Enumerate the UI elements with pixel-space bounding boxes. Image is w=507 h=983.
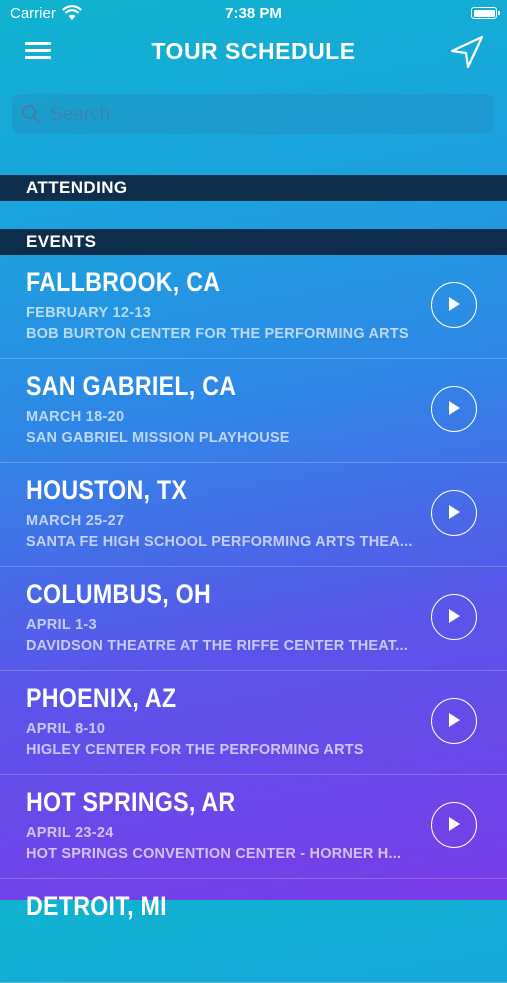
status-time: 7:38 PM xyxy=(225,5,282,22)
event-row[interactable]: COLUMBUS, OH APRIL 1-3 DAVIDSON THEATRE … xyxy=(0,567,507,671)
navigation-bar: TOUR SCHEDULE xyxy=(0,30,507,74)
play-button[interactable] xyxy=(431,282,477,328)
page-title: TOUR SCHEDULE xyxy=(151,38,356,64)
event-list: FALLBROOK, CA FEBRUARY 12-13 BOB BURTON … xyxy=(0,255,507,983)
play-button[interactable] xyxy=(431,802,477,848)
event-venue: HIGLEY CENTER FOR THE PERFORMING ARTS xyxy=(26,742,364,758)
attending-section-label: ATTENDING xyxy=(26,178,128,197)
play-button[interactable] xyxy=(431,594,477,640)
event-row[interactable]: FALLBROOK, CA FEBRUARY 12-13 BOB BURTON … xyxy=(0,255,507,359)
event-row[interactable]: HOUSTON, TX MARCH 25-27 SANTA FE HIGH SC… xyxy=(0,463,507,567)
event-dates: APRIL 1-3 xyxy=(26,617,97,633)
event-city: COLUMBUS, OH xyxy=(26,579,211,609)
play-icon xyxy=(449,713,460,727)
event-venue: DAVIDSON THEATRE AT THE RIFFE CENTER THE… xyxy=(26,638,408,654)
search-bar[interactable] xyxy=(12,94,494,134)
event-city: HOUSTON, TX xyxy=(26,475,188,505)
event-dates: APRIL 23-24 xyxy=(26,825,114,841)
magnifier-icon xyxy=(22,105,41,124)
event-dates: FEBRUARY 12-13 xyxy=(26,305,152,321)
event-row[interactable]: SAN GABRIEL, CA MARCH 18-20 SAN GABRIEL … xyxy=(0,359,507,463)
play-icon xyxy=(449,817,460,831)
play-icon xyxy=(449,505,460,519)
event-city: DETROIT, MI xyxy=(26,891,167,921)
event-dates: MARCH 25-27 xyxy=(26,513,125,529)
event-city: HOT SPRINGS, AR xyxy=(26,787,236,817)
event-venue: SAN GABRIEL MISSION PLAYHOUSE xyxy=(26,430,290,446)
location-arrow-icon[interactable] xyxy=(449,34,485,70)
event-venue: HOT SPRINGS CONVENTION CENTER - HORNER H… xyxy=(26,846,402,862)
event-row[interactable]: HOT SPRINGS, AR APRIL 23-24 HOT SPRINGS … xyxy=(0,775,507,879)
play-icon xyxy=(449,297,460,311)
event-venue: BOB BURTON CENTER FOR THE PERFORMING ART… xyxy=(26,326,409,342)
event-dates: MARCH 18-20 xyxy=(26,409,125,425)
attending-section-header: ATTENDING xyxy=(0,175,507,201)
battery-icon xyxy=(471,7,500,19)
event-city: FALLBROOK, CA xyxy=(26,267,221,297)
events-section-header: EVENTS xyxy=(0,229,507,255)
play-button[interactable] xyxy=(431,698,477,744)
event-row[interactable]: DETROIT, MI xyxy=(0,879,507,983)
status-bar: Carrier 7:38 PM xyxy=(0,0,507,30)
play-icon xyxy=(449,609,460,623)
play-icon xyxy=(449,401,460,415)
search-input[interactable] xyxy=(48,99,482,131)
event-row[interactable]: PHOENIX, AZ APRIL 8-10 HIGLEY CENTER FOR… xyxy=(0,671,507,775)
event-venue: SANTA FE HIGH SCHOOL PERFORMING ARTS THE… xyxy=(26,534,413,550)
event-city: PHOENIX, AZ xyxy=(26,683,177,713)
event-dates: APRIL 8-10 xyxy=(26,721,106,737)
events-section-label: EVENTS xyxy=(26,232,97,251)
event-city: SAN GABRIEL, CA xyxy=(26,371,237,401)
play-button[interactable] xyxy=(431,386,477,432)
play-button[interactable] xyxy=(431,490,477,536)
